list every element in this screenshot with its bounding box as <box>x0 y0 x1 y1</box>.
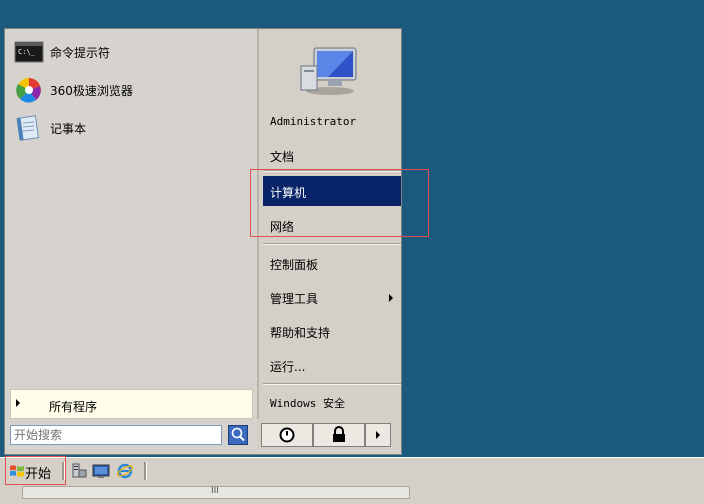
computer-user-icon <box>300 47 357 95</box>
menu-item-windows-security[interactable]: Windows 安全 <box>263 389 401 417</box>
menu-item-label: 文档 <box>270 150 295 164</box>
quick-launch-show-desktop[interactable] <box>92 462 110 480</box>
menu-item-label: 管理工具 <box>270 292 319 306</box>
menu-item-run[interactable]: 运行... <box>263 352 401 380</box>
quick-launch-server-manager[interactable] <box>70 462 88 480</box>
shutdown-button[interactable] <box>261 423 313 447</box>
app-label: 记事本 <box>50 122 87 136</box>
menu-item-admin-tools[interactable]: 管理工具 <box>263 284 401 312</box>
menu-item-label: 控制面板 <box>270 258 319 272</box>
menu-item-label: Windows 安全 <box>270 397 345 410</box>
app-notepad[interactable]: 记事本 <box>14 113 244 143</box>
lock-button[interactable] <box>313 423 365 447</box>
search-button[interactable] <box>228 425 248 445</box>
highlight-box <box>250 169 429 237</box>
app-command-prompt[interactable]: C:\_ 命令提示符 <box>14 37 244 67</box>
show-desktop-icon <box>92 464 110 478</box>
highlight-box <box>5 456 66 485</box>
scrollbar-grip: III <box>211 486 219 496</box>
menu-item-label: Administrator <box>270 115 357 128</box>
taskbar-scrollbar[interactable]: III <box>22 486 410 499</box>
app-label: 360极速浏览器 <box>50 84 133 98</box>
search-icon <box>231 427 245 442</box>
internet-explorer-icon <box>116 463 134 479</box>
lock-icon <box>333 426 345 442</box>
browser-360-icon <box>16 78 41 103</box>
app-label: 命令提示符 <box>50 46 111 60</box>
server-manager-icon <box>72 463 87 478</box>
power-icon <box>279 427 295 443</box>
chevron-right-icon <box>389 294 393 302</box>
notepad-icon <box>16 115 40 141</box>
menu-item-administrator[interactable]: Administrator <box>263 109 401 137</box>
quick-launch-internet-explorer[interactable] <box>116 462 134 480</box>
separator <box>263 243 401 245</box>
menu-item-control-panel[interactable]: 控制面板 <box>263 250 401 278</box>
shutdown-options-button[interactable] <box>365 423 391 447</box>
app-360-browser[interactable]: 360极速浏览器 <box>14 75 244 105</box>
command-prompt-icon: C:\_ <box>14 41 44 63</box>
taskbar-separator <box>62 462 65 480</box>
menu-item-label: 运行... <box>270 360 306 374</box>
search-input[interactable] <box>10 425 222 445</box>
svg-text:C:\_: C:\_ <box>18 48 36 56</box>
arrow-right-icon <box>376 431 380 439</box>
menu-item-label: 帮助和支持 <box>270 326 331 340</box>
chevron-right-icon <box>16 399 20 407</box>
menu-item-help[interactable]: 帮助和支持 <box>263 318 401 346</box>
taskbar-separator <box>144 462 147 480</box>
all-programs-label: 所有程序 <box>49 400 98 414</box>
separator <box>263 383 401 385</box>
menu-item-documents[interactable]: 文档 <box>263 142 401 170</box>
all-programs-button[interactable]: 所有程序 <box>10 389 253 419</box>
